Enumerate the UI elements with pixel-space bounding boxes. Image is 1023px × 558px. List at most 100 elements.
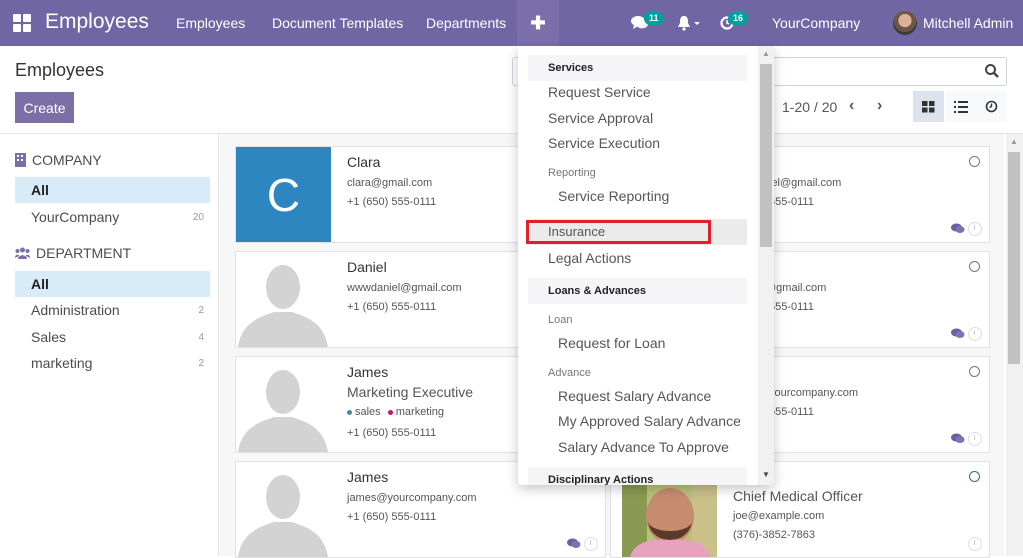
filter-count: 2 <box>198 304 204 316</box>
menu-item-my-approved-salary-advance[interactable]: My Approved Salary Advance <box>558 413 741 429</box>
department-filter-title: DEPARTMENT <box>36 245 132 261</box>
employee-email: yourcompany.com <box>769 387 859 399</box>
kanban-grid-icon <box>922 100 935 112</box>
menu-item-request-for-loan[interactable]: Request for Loan <box>558 335 665 351</box>
filter-label: marketing <box>31 355 93 371</box>
employee-avatar-initial: C <box>236 147 331 242</box>
company-filter-yourcompany[interactable]: YourCompany 20 <box>15 204 210 230</box>
pager-next-button[interactable]: › <box>877 97 882 115</box>
scrollbar-thumb[interactable] <box>1008 152 1020 364</box>
employee-placeholder-avatar-icon <box>236 252 331 347</box>
menu-item-legal-actions[interactable]: Legal Actions <box>548 250 631 266</box>
filter-label: Administration <box>31 302 120 318</box>
main-scrollbar[interactable]: ▲ <box>1006 134 1023 556</box>
presence-status-icon <box>969 471 980 482</box>
employee-placeholder-avatar-icon <box>236 462 331 557</box>
group-label-advance: Advance <box>548 367 591 379</box>
section-header-loans-advances: Loans & Advances <box>528 278 747 304</box>
tag-sales[interactable]: sales <box>355 406 381 418</box>
employee-phone: (376)-3852-7863 <box>733 529 815 541</box>
filter-count: 2 <box>198 357 204 369</box>
pager-previous-button[interactable]: ‹ <box>849 97 854 115</box>
plus-icon: ✚ <box>530 12 546 33</box>
company-filter-title: COMPANY <box>32 152 102 168</box>
list-view-button[interactable] <box>945 91 976 122</box>
more-menu-dropdown: Services Request Service Service Approva… <box>518 46 774 485</box>
tag-color-dot <box>387 409 393 415</box>
filter-label: YourCompany <box>31 209 120 225</box>
section-header-services: Services <box>528 55 747 81</box>
tag-color-dot <box>347 409 352 415</box>
list-icon <box>953 100 968 113</box>
menu-item-salary-advance-to-approve[interactable]: Salary Advance To Approve <box>558 439 729 455</box>
employee-phone: 555-0111 <box>769 406 814 418</box>
menu-item-insurance[interactable]: Insurance <box>548 224 605 239</box>
department-filter-administration[interactable]: Administration 2 <box>15 297 210 323</box>
search-icon[interactable] <box>984 63 1000 79</box>
tag-marketing[interactable]: marketing <box>396 406 444 418</box>
activity-view-button[interactable] <box>976 91 1007 122</box>
filter-label: All <box>31 276 49 292</box>
page-title: Employees <box>15 60 105 80</box>
section-header-disciplinary-actions: Disciplinary Actions <box>528 467 747 485</box>
menu-item-request-salary-advance[interactable]: Request Salary Advance <box>558 388 711 404</box>
company-filter-all[interactable]: All <box>15 177 210 203</box>
dropdown-scrollbar[interactable]: ▲ ▼ <box>758 46 774 485</box>
chat-icon[interactable] <box>951 433 965 444</box>
employee-name: Clara <box>347 154 381 170</box>
employee-phone: +1 (650) 555-0111 <box>347 427 437 439</box>
company-filter-header: COMPANY <box>15 152 102 168</box>
presence-status-icon <box>969 366 980 377</box>
activity-clock-icon <box>985 100 998 113</box>
chat-icon[interactable] <box>567 538 581 549</box>
employee-email: james@yourcompany.com <box>347 492 477 504</box>
activity-clock-icon[interactable] <box>968 537 982 551</box>
pager-value[interactable]: 1-20 / 20 <box>782 99 837 115</box>
kanban-view-button[interactable] <box>913 91 944 122</box>
employee-email: wwwdaniel@gmail.com <box>347 282 462 294</box>
dropdown-scrollbar-thumb[interactable] <box>760 64 772 247</box>
department-filter-header: DEPARTMENT <box>15 245 131 261</box>
menu-departments[interactable]: Departments <box>426 15 506 31</box>
chat-icon[interactable] <box>951 223 965 234</box>
app-title[interactable]: Employees <box>45 10 149 34</box>
department-filter-marketing[interactable]: marketing 2 <box>15 350 210 376</box>
activity-clock-icon[interactable] <box>968 432 982 446</box>
filter-label: All <box>31 182 49 198</box>
menu-document-templates[interactable]: Document Templates <box>272 15 403 31</box>
activity-clock-icon[interactable] <box>968 222 982 236</box>
menu-item-service-reporting[interactable]: Service Reporting <box>558 188 669 204</box>
employee-phone: +1 (650) 555-0111 <box>347 301 437 313</box>
company-switcher[interactable]: YourCompany <box>772 15 860 31</box>
notifications-bell-icon[interactable] <box>677 15 701 31</box>
create-button[interactable]: Create <box>15 92 74 123</box>
department-filter-all[interactable]: All <box>15 271 210 297</box>
employee-phone: 555-0111 <box>769 301 814 313</box>
more-menu-plus-button[interactable]: ✚ <box>517 0 559 46</box>
activity-clock-icon[interactable] <box>968 327 982 341</box>
menu-item-request-service[interactable]: Request Service <box>548 84 651 100</box>
chat-icon[interactable] <box>951 328 965 339</box>
menu-employees[interactable]: Employees <box>176 15 245 31</box>
filter-count: 4 <box>198 331 204 343</box>
apps-menu-icon[interactable] <box>13 14 31 32</box>
scroll-down-arrow-icon[interactable]: ▼ <box>762 470 770 479</box>
activity-clock-icon[interactable] <box>584 537 598 551</box>
user-avatar[interactable] <box>893 11 917 35</box>
menu-item-service-execution[interactable]: Service Execution <box>548 135 660 151</box>
group-label-reporting: Reporting <box>548 167 596 179</box>
top-navbar: Employees Employees Document Templates D… <box>0 0 1023 46</box>
employee-photo <box>622 484 717 557</box>
presence-status-icon <box>969 261 980 272</box>
scroll-up-arrow-icon[interactable]: ▲ <box>762 49 770 58</box>
menu-item-service-approval[interactable]: Service Approval <box>548 110 653 126</box>
department-filter-sales[interactable]: Sales 4 <box>15 324 210 350</box>
employee-email: joe@example.com <box>733 510 825 522</box>
employee-name: James <box>347 364 389 380</box>
activities-badge: 16 <box>728 12 749 25</box>
scroll-up-arrow-icon[interactable]: ▲ <box>1010 137 1018 146</box>
messages-badge: 11 <box>644 12 664 25</box>
users-group-icon <box>15 247 30 259</box>
user-menu[interactable]: Mitchell Admin <box>923 15 1013 31</box>
employee-email: clara@gmail.com <box>347 177 433 189</box>
